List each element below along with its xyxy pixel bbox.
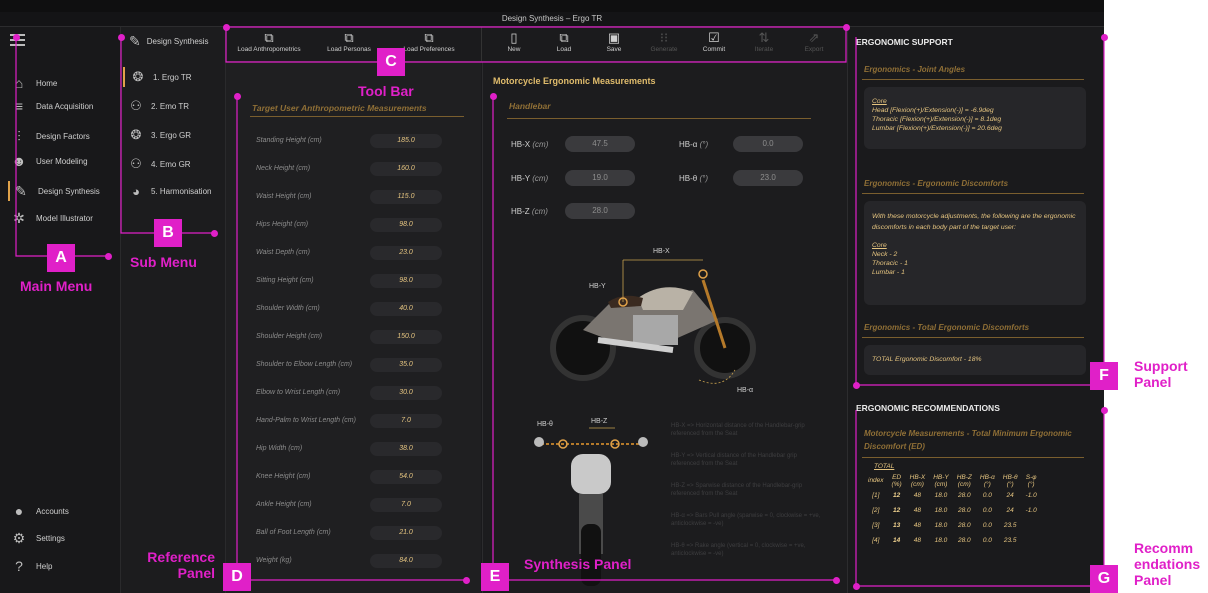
annotation-dot	[843, 24, 850, 31]
annotation-badge-e: E	[481, 563, 509, 591]
annotation-dot	[833, 577, 840, 584]
annotation-dot	[1101, 407, 1108, 414]
annotation-line-f	[855, 37, 1105, 386]
annotation-label-sub-menu: Sub Menu	[130, 254, 197, 270]
annotation-line-b	[120, 37, 214, 234]
annotation-label-recommendations-panel: Recomm endations Panel	[1134, 540, 1208, 588]
annotation-label-line: Panel	[1134, 572, 1172, 588]
annotation-badge-g: G	[1090, 565, 1118, 593]
annotation-dot	[490, 93, 497, 100]
annotation-line-d	[236, 96, 466, 581]
annotation-label-line: Reference	[147, 549, 215, 565]
annotation-label-line: Panel	[1134, 374, 1172, 390]
annotation-label-tool-bar: Tool Bar	[358, 83, 414, 99]
annotation-line-e	[492, 96, 836, 581]
annotation-dot	[853, 583, 860, 590]
annotation-label-synthesis-panel: Synthesis Panel	[524, 556, 632, 572]
annotation-label-line: Recomm	[1134, 540, 1194, 556]
annotation-badge-b: B	[154, 219, 182, 247]
annotation-badge-f: F	[1090, 362, 1118, 390]
annotation-label-support-panel: Support Panel	[1134, 358, 1188, 390]
annotation-label-line: Panel	[177, 565, 215, 581]
annotation-dot	[211, 230, 218, 237]
annotation-dot	[118, 34, 125, 41]
annotation-lines	[15, 26, 1105, 587]
annotation-dot	[223, 24, 230, 31]
annotation-badge-d: D	[223, 563, 251, 591]
annotation-badge-c: C	[377, 48, 405, 76]
annotation-label-line: endations	[1134, 556, 1201, 572]
annotation-label-main-menu: Main Menu	[20, 278, 93, 294]
annotation-line-c	[225, 26, 847, 63]
annotation-line-g	[855, 410, 1105, 587]
annotation-line-a	[15, 37, 108, 257]
annotation-label-reference-panel: Reference Panel	[131, 549, 215, 581]
annotation-dot	[1101, 34, 1108, 41]
annotation-label-line: Support	[1134, 358, 1188, 374]
annotation-badge-a: A	[47, 244, 75, 272]
annotation-dot	[463, 577, 470, 584]
annotation-dot	[853, 382, 860, 389]
annotation-dot	[105, 253, 112, 260]
annotation-dot	[13, 34, 20, 41]
annotation-dot	[234, 93, 241, 100]
